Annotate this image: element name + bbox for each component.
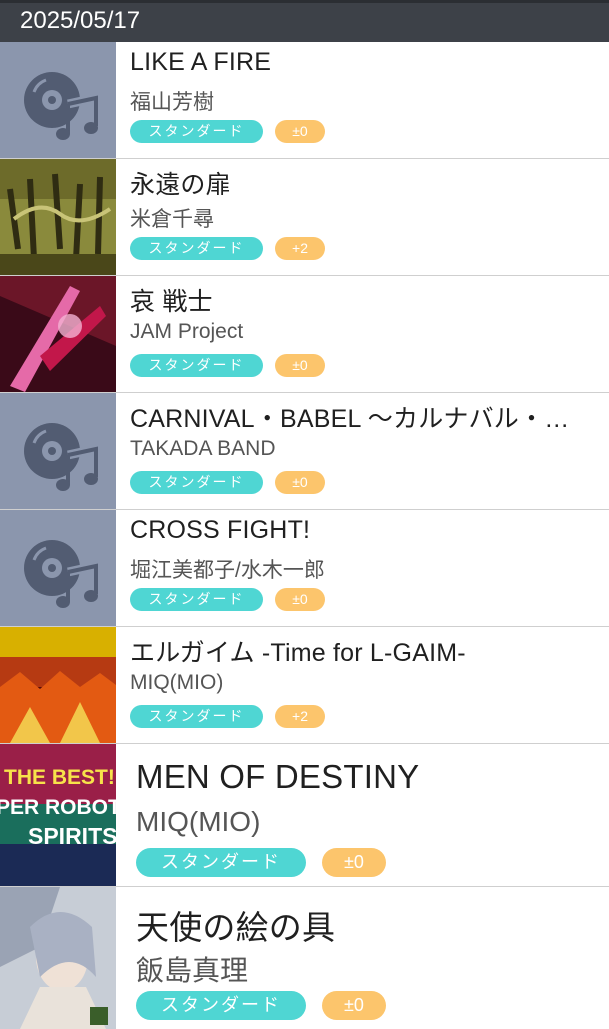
song-title: エルガイム -Time for L-GAIM- — [130, 639, 466, 667]
key-badge: ±0 — [275, 588, 325, 611]
music-disc-icon — [0, 510, 116, 626]
jacket-placeholder — [0, 510, 116, 626]
difficulty-badge: スタンダード — [130, 237, 263, 260]
song-artist: MIQ(MIO) — [130, 671, 224, 694]
music-disc-icon — [0, 42, 116, 158]
song-row[interactable]: 天使の絵の具 飯島真理 スタンダード ±0 — [0, 887, 609, 1029]
difficulty-badge: スタンダード — [130, 588, 263, 611]
date-label: 2025/05/17 — [20, 7, 141, 34]
song-artist: 米倉千尋 — [130, 208, 214, 231]
key-badge: ±0 — [322, 848, 386, 877]
song-artist: JAM Project — [130, 320, 244, 343]
song-row[interactable]: 哀 戦士 JAM Project スタンダード ±0 — [0, 276, 609, 393]
song-title: 哀 戦士 — [130, 288, 213, 316]
jacket-placeholder — [0, 42, 116, 158]
svg-text:PER ROBOT: PER ROBOT — [0, 796, 116, 819]
key-badge: ±0 — [275, 120, 325, 143]
key-badge: ±0 — [275, 354, 325, 377]
song-row[interactable]: THE BEST!! PER ROBOT SPIRITS MEN OF DEST… — [0, 744, 609, 887]
song-row[interactable]: CROSS FIGHT! 堀江美都子/水木一郎 スタンダード ±0 — [0, 510, 609, 627]
key-badge: +2 — [275, 705, 325, 728]
jacket-placeholder — [0, 393, 116, 509]
difficulty-badge: スタンダード — [136, 991, 306, 1020]
song-title: CROSS FIGHT! — [130, 516, 311, 544]
jacket-art: THE BEST!! PER ROBOT SPIRITS — [0, 744, 116, 886]
difficulty-badge: スタンダード — [130, 120, 263, 143]
difficulty-badge: スタンダード — [136, 848, 306, 877]
song-history-list[interactable]: LIKE A FIRE 福山芳樹 スタンダード ±0 永遠の扉 米倉千尋 スタンダ… — [0, 42, 609, 1029]
jacket-art — [0, 627, 116, 743]
jacket-art — [0, 887, 116, 1029]
svg-text:THE BEST!!: THE BEST!! — [4, 766, 116, 789]
song-artist: TAKADA BAND — [130, 437, 276, 460]
difficulty-badge: スタンダード — [130, 705, 263, 728]
key-badge: +2 — [275, 237, 325, 260]
song-row[interactable]: CARNIVAL・BABEL ～カルナバル・… TAKADA BAND スタンダ… — [0, 393, 609, 510]
song-row[interactable]: 永遠の扉 米倉千尋 スタンダード +2 — [0, 159, 609, 276]
song-title: LIKE A FIRE — [130, 48, 272, 76]
song-title: 天使の絵の具 — [136, 909, 336, 946]
svg-text:SPIRITS: SPIRITS — [28, 823, 116, 849]
jacket-art — [0, 159, 116, 275]
song-artist: 飯島真理 — [136, 955, 249, 986]
key-badge: ±0 — [275, 471, 325, 494]
song-title: MEN OF DESTINY — [136, 758, 420, 795]
song-row[interactable]: LIKE A FIRE 福山芳樹 スタンダード ±0 — [0, 42, 609, 159]
key-badge: ±0 — [322, 991, 386, 1020]
song-title: 永遠の扉 — [130, 171, 231, 199]
jacket-art — [0, 276, 116, 392]
song-row[interactable]: エルガイム -Time for L-GAIM- MIQ(MIO) スタンダード +… — [0, 627, 609, 744]
song-artist: MIQ(MIO) — [136, 806, 261, 837]
difficulty-badge: スタンダード — [130, 354, 263, 377]
song-title: CARNIVAL・BABEL ～カルナバル・… — [130, 405, 570, 433]
song-artist: 堀江美都子/水木一郎 — [130, 559, 325, 582]
music-disc-icon — [0, 393, 116, 509]
date-header: 2025/05/17 — [0, 0, 609, 42]
song-artist: 福山芳樹 — [130, 91, 214, 114]
difficulty-badge: スタンダード — [130, 471, 263, 494]
